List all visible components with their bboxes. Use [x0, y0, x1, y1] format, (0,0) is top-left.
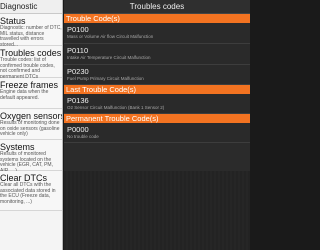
section-header-permanent-trouble-codes: Permanent Trouble Code(s): [64, 114, 250, 123]
trouble-code-row[interactable]: P0100 Mass or Volume Air flow Circuit Ma…: [64, 23, 250, 44]
sidebar-item-systems[interactable]: Systems Results of monitored systems loc…: [0, 140, 62, 173]
trouble-code-row[interactable]: P0230 Fuel Pump Primary Circuit Malfunct…: [64, 65, 250, 85]
section-header-trouble-codes: Trouble Code(s): [64, 14, 250, 23]
main-panel: Troubles codes Trouble Code(s) P0100 Mas…: [64, 0, 250, 250]
sidebar-item-desc: Results of monitoring done on oxide sens…: [0, 120, 60, 137]
dtc-description: Intake Air Temperature Circuit Malfuncti…: [67, 55, 151, 60]
section-header-last-trouble-codes: Last Trouble Code(s): [64, 85, 250, 94]
sidebar-item-desc: Clear all DTCs with the associated data …: [0, 182, 56, 205]
sidebar-item-desc: Engine data when the default appeared.: [0, 89, 49, 101]
page-title: Troubles codes: [64, 0, 250, 14]
dtc-description: O2 Sensor Circuit Malfunction (Bank 1 Se…: [67, 105, 165, 110]
trouble-code-row[interactable]: P0136 O2 Sensor Circuit Malfunction (Ban…: [64, 94, 250, 114]
sidebar: Diagnostic Status Diagnostic: number of …: [0, 0, 63, 250]
dtc-code: P0136: [67, 96, 89, 105]
sidebar-item-status[interactable]: Status Diagnostic: number of DTC, MIL st…: [0, 14, 62, 48]
dtc-description: Fuel Pump Primary Circuit Malfunction: [67, 76, 144, 81]
sidebar-item-trouble-codes[interactable]: Troubles codes Trouble codes: list of co…: [0, 46, 62, 80]
dtc-code: P0100: [67, 25, 89, 34]
dtc-code: P0110: [67, 46, 89, 55]
sidebar-header: Diagnostic: [0, 0, 62, 14]
sidebar-item-desc: Trouble codes: list of confirmed trouble…: [0, 57, 55, 80]
trouble-code-row[interactable]: P0110 Intake Air Temperature Circuit Mal…: [64, 44, 250, 65]
dtc-description: Mass or Volume Air flow Circuit Malfunct…: [67, 34, 154, 39]
sidebar-item-desc: Diagnostic: number of DTC, MIL status, d…: [0, 25, 62, 48]
app-window: Diagnostic Status Diagnostic: number of …: [0, 0, 250, 250]
dtc-description: No trouble code: [67, 134, 99, 139]
dtc-code: P0000: [67, 125, 89, 134]
sidebar-item-clear-dtcs[interactable]: Clear DTCs Clear all DTCs with the assoc…: [0, 171, 62, 211]
sidebar-item-oxygen-sensors[interactable]: Oxygen sensors Results of monitoring don…: [0, 109, 62, 140]
dtc-code: P0230: [67, 67, 89, 76]
sidebar-item-freeze-frames[interactable]: Freeze frames Engine data when the defau…: [0, 78, 62, 109]
empty-list-background: [64, 171, 250, 250]
trouble-code-row[interactable]: P0000 No trouble code: [64, 123, 250, 143]
